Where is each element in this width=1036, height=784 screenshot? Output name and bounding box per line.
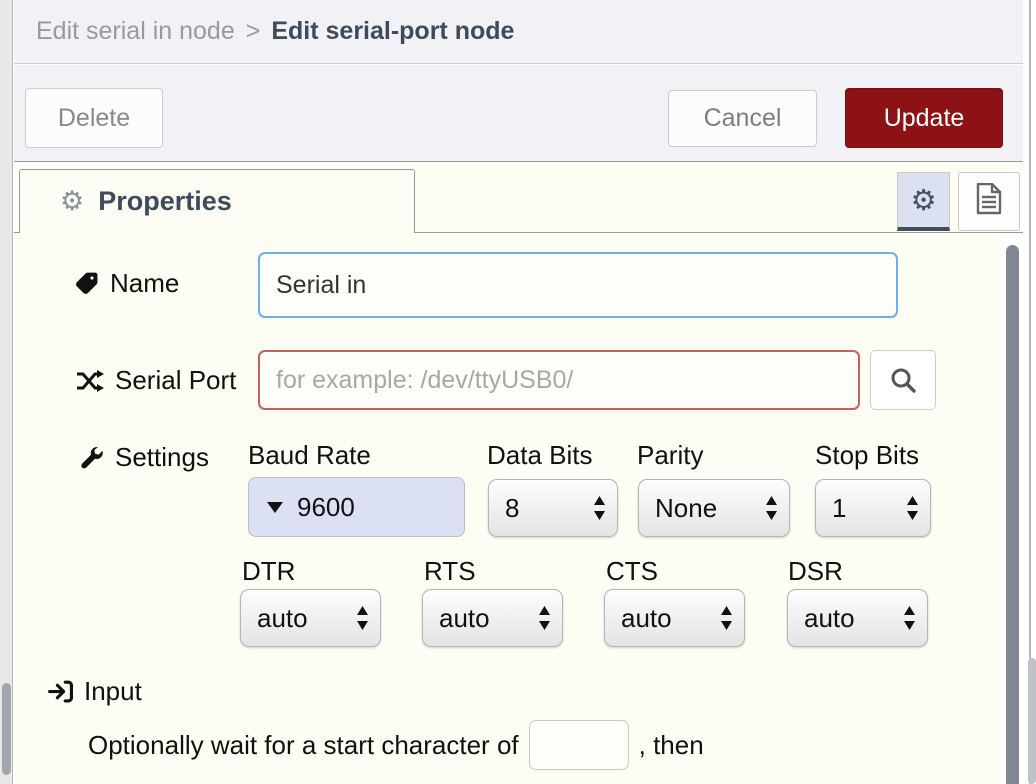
- start-character-text-before: Optionally wait for a start character of: [88, 730, 519, 761]
- baud-rate-select[interactable]: 9600: [248, 477, 465, 537]
- input-section-label: Input: [48, 676, 142, 707]
- serial-port-search-button[interactable]: [870, 350, 936, 410]
- spinner-arrows-icon: [719, 604, 734, 632]
- name-field-label: Name: [74, 268, 179, 299]
- dtr-select[interactable]: auto: [240, 589, 381, 647]
- form-scrollbar-thumb[interactable]: [1006, 245, 1019, 784]
- gear-icon: ⚙: [911, 183, 937, 217]
- edit-serial-port-dialog: Edit serial in node > Edit serial-port n…: [0, 0, 1036, 784]
- breadcrumb: Edit serial in node > Edit serial-port n…: [14, 0, 1023, 64]
- stop-bits-select[interactable]: 1: [815, 479, 931, 537]
- cts-value: auto: [621, 603, 672, 634]
- rts-value: auto: [439, 603, 490, 634]
- serial-port-input[interactable]: [258, 350, 860, 410]
- breadcrumb-parent[interactable]: Edit serial in node: [36, 17, 235, 46]
- parity-select[interactable]: None: [638, 479, 790, 537]
- dtr-header: DTR: [242, 556, 295, 587]
- rts-header: RTS: [424, 556, 476, 587]
- sign-in-icon: [48, 679, 73, 704]
- tab-properties-label: Properties: [98, 186, 232, 217]
- settings-field-label: Settings: [80, 442, 209, 473]
- stop-bits-header: Stop Bits: [815, 440, 919, 471]
- left-scrollbar-thumb[interactable]: [2, 683, 11, 775]
- breadcrumb-separator: >: [246, 17, 261, 46]
- search-icon: [889, 366, 917, 394]
- name-label-text: Name: [110, 268, 179, 299]
- data-bits-value: 8: [505, 493, 519, 524]
- settings-label-text: Settings: [115, 442, 209, 473]
- wrench-icon: [80, 446, 104, 470]
- spinner-arrows-icon: [764, 494, 779, 522]
- tab-properties[interactable]: ⚙ Properties: [19, 169, 415, 233]
- update-button[interactable]: Update: [845, 88, 1003, 148]
- data-bits-select[interactable]: 8: [488, 479, 618, 537]
- dialog-toolbar: Delete Cancel Update: [14, 65, 1023, 162]
- stop-bits-value: 1: [832, 493, 846, 524]
- document-icon: [976, 183, 1002, 220]
- spinner-arrows-icon: [902, 604, 917, 632]
- serial-port-field-label: Serial Port: [76, 365, 236, 396]
- shuffle-icon: [76, 370, 104, 392]
- tag-icon: [74, 271, 99, 296]
- rts-select[interactable]: auto: [422, 589, 563, 647]
- breadcrumb-current: Edit serial-port node: [271, 17, 514, 46]
- properties-view-button[interactable]: ⚙: [897, 172, 950, 231]
- description-view-button[interactable]: [958, 172, 1020, 231]
- dsr-header: DSR: [788, 556, 843, 587]
- spinner-arrows-icon: [355, 604, 370, 632]
- baud-rate-header: Baud Rate: [248, 440, 371, 471]
- start-character-row: Optionally wait for a start character of…: [88, 720, 704, 770]
- serial-port-label-text: Serial Port: [115, 365, 236, 396]
- start-character-input[interactable]: [529, 720, 629, 770]
- tab-bar: ⚙ Properties ⚙: [14, 162, 1023, 233]
- spinner-arrows-icon: [592, 494, 607, 522]
- chevron-down-icon: [267, 502, 283, 513]
- parity-header: Parity: [637, 440, 703, 471]
- start-character-text-after: , then: [639, 730, 704, 761]
- window-scrollbar-thumb[interactable]: [1028, 658, 1036, 784]
- dtr-value: auto: [257, 603, 308, 634]
- baud-rate-value: 9600: [297, 492, 355, 523]
- parity-value: None: [655, 493, 717, 524]
- spinner-arrows-icon: [537, 604, 552, 632]
- delete-button[interactable]: Delete: [25, 88, 163, 148]
- dialog-panel: Edit serial in node > Edit serial-port n…: [14, 0, 1023, 784]
- input-section-label-text: Input: [84, 676, 142, 707]
- workspace-left-strip: [0, 0, 13, 784]
- cancel-button[interactable]: Cancel: [668, 90, 817, 147]
- dsr-select[interactable]: auto: [787, 589, 928, 647]
- dsr-value: auto: [804, 603, 855, 634]
- cts-header: CTS: [606, 556, 658, 587]
- cts-select[interactable]: auto: [604, 589, 745, 647]
- name-input[interactable]: [258, 252, 898, 318]
- spinner-arrows-icon: [905, 494, 920, 522]
- data-bits-header: Data Bits: [487, 440, 593, 471]
- gear-icon: ⚙: [60, 186, 84, 217]
